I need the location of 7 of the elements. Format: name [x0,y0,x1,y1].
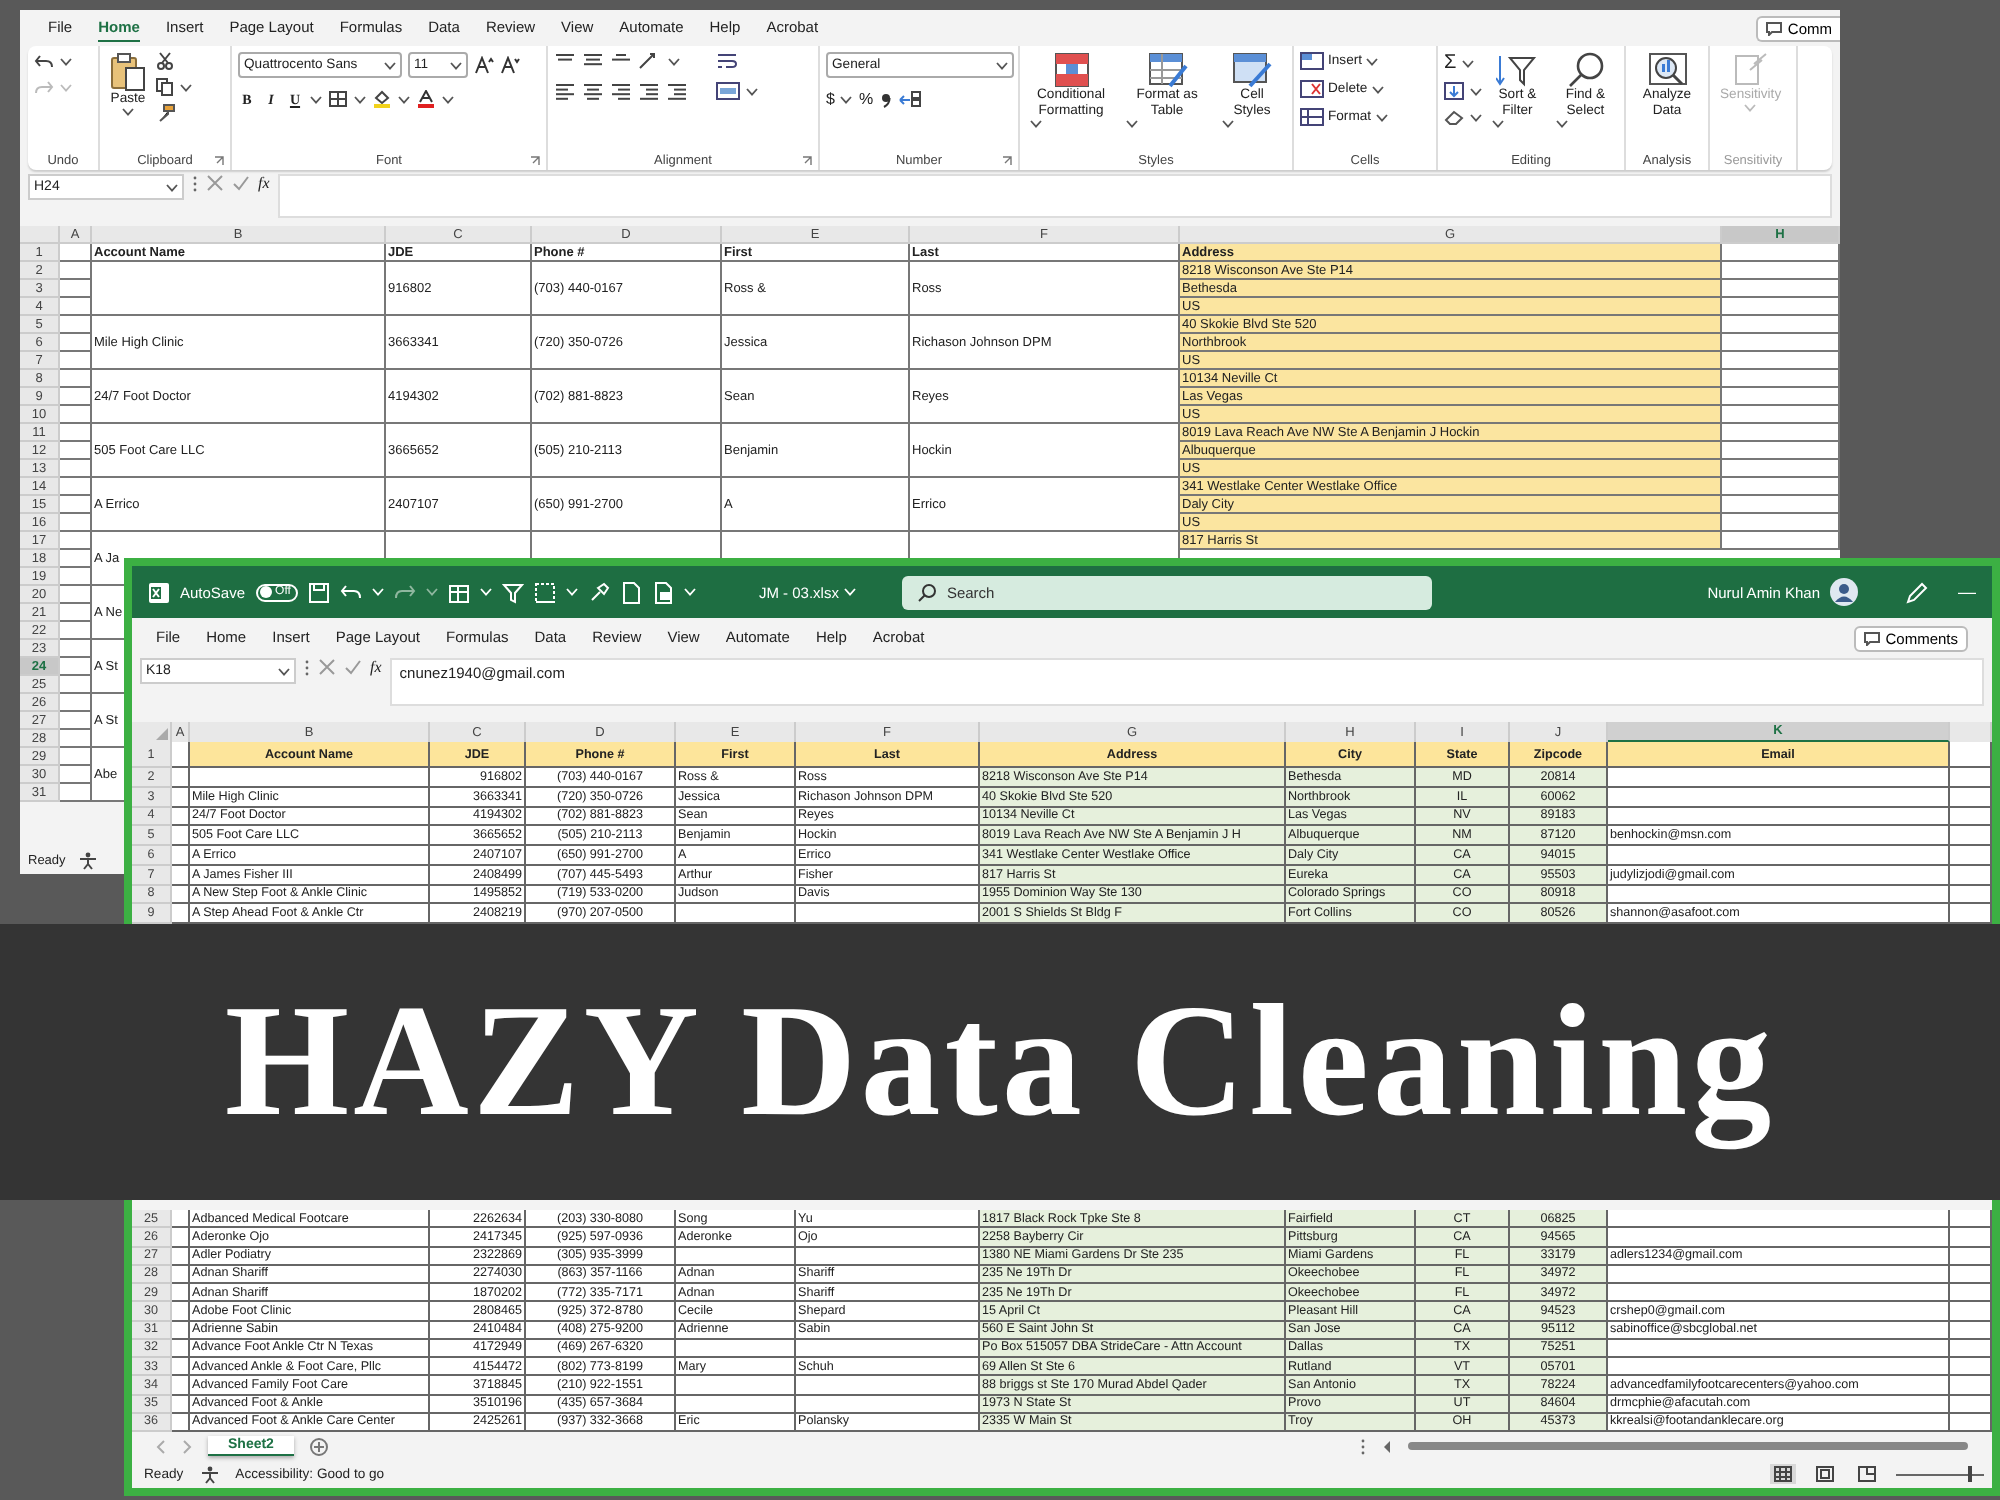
autosum-button[interactable]: Σ [1444,52,1457,74]
function-button[interactable]: fx [258,174,270,192]
currency-button[interactable]: $ [826,90,835,108]
banner-title: HAZY Data Cleaning [224,971,1776,1153]
minimize-button[interactable]: — [1958,582,1976,602]
percent-button[interactable]: % [858,90,874,108]
function-button[interactable]: fx [370,658,382,676]
